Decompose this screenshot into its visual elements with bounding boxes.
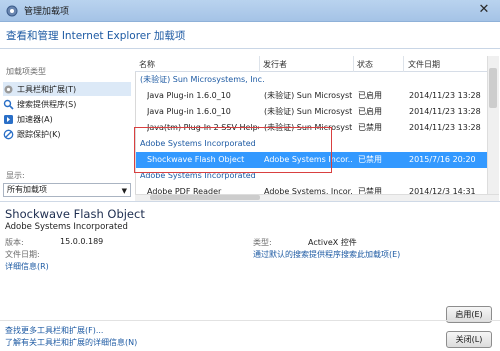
sidebar-item-search[interactable]: 搜索提供程序(S) bbox=[3, 97, 131, 111]
cell-date: 2014/11/23 13:28 bbox=[409, 107, 481, 116]
cell-status: 已禁用 bbox=[358, 123, 382, 132]
cell-name: Java Plug-in 1.6.0_10 bbox=[147, 107, 231, 116]
window-title: 管理加载项 bbox=[24, 7, 70, 17]
cell-publisher: (未验证) Sun Microsyst... bbox=[264, 107, 352, 116]
cell-date: 2014/12/3 14:31 bbox=[409, 187, 476, 194]
cell-status: 已禁用 bbox=[358, 187, 382, 194]
search-icon bbox=[3, 99, 14, 110]
horizontal-scroll-thumb[interactable] bbox=[150, 195, 260, 200]
cell-publisher: Adobe Systems, Incor... bbox=[264, 187, 352, 194]
sidebar-item-label: 加速器(A) bbox=[17, 114, 53, 124]
cell-name: Adobe PDF Reader bbox=[147, 187, 222, 194]
footer-divider bbox=[0, 320, 500, 321]
cell-name: Java Plug-in 1.6.0_10 bbox=[147, 91, 231, 100]
group-header-label: (未验证) Sun Microsystems, Inc. bbox=[140, 75, 265, 84]
type-value: ActiveX 控件 bbox=[308, 238, 357, 247]
show-dropdown[interactable]: 所有加载项 ▼ bbox=[3, 183, 131, 197]
cell-publisher: (未验证) Sun Microsyst... bbox=[264, 91, 352, 100]
column-divider bbox=[353, 56, 354, 72]
column-publisher[interactable]: 发行者 bbox=[263, 59, 287, 70]
tracking-protection-icon bbox=[3, 129, 14, 139]
column-divider bbox=[403, 56, 404, 72]
sidebar-item-label: 跟踪保护(K) bbox=[17, 129, 61, 139]
close-window-button[interactable]: ✕ bbox=[472, 2, 496, 18]
cell-status: 已启用 bbox=[358, 91, 382, 100]
vertical-scroll-thumb[interactable] bbox=[489, 68, 497, 108]
table-row[interactable]: Java Plug-in 1.6.0_10 (未验证) Sun Microsyst… bbox=[136, 88, 487, 104]
highlight-box bbox=[134, 127, 332, 173]
type-label: 类型: bbox=[253, 238, 272, 247]
show-label: 显示: bbox=[6, 171, 25, 180]
column-divider bbox=[259, 56, 260, 72]
filedate-label: 文件日期: bbox=[5, 250, 40, 259]
more-info-link[interactable]: 详细信息(R) bbox=[5, 261, 49, 272]
cell-status: 已禁用 bbox=[358, 155, 382, 164]
cell-date: 2014/11/23 13:28 bbox=[409, 91, 481, 100]
table-row[interactable]: Java Plug-in 1.6.0_10 (未验证) Sun Microsyst… bbox=[136, 104, 487, 120]
sidebar-item-tracking[interactable]: 跟踪保护(K) bbox=[3, 127, 131, 141]
addons-gear-icon bbox=[6, 5, 18, 17]
sidebar-item-accelerators[interactable]: 加速器(A) bbox=[3, 112, 131, 126]
cell-date: 2014/11/23 13:28 bbox=[409, 123, 481, 132]
sidebar-item-label: 工具栏和扩展(T) bbox=[17, 84, 77, 94]
cell-date: 2015/7/16 20:20 bbox=[409, 155, 476, 164]
details-publisher: Adobe Systems Incorporated bbox=[5, 222, 128, 232]
addon-list[interactable]: (未验证) Sun Microsystems, Inc. Java Plug-in… bbox=[135, 56, 487, 194]
version-value: 15.0.0.189 bbox=[60, 237, 104, 246]
group-header: (未验证) Sun Microsystems, Inc. bbox=[136, 72, 487, 88]
column-status[interactable]: 状态 bbox=[357, 59, 373, 70]
chevron-down-icon: ▼ bbox=[121, 187, 127, 195]
close-button[interactable]: 关闭(L) bbox=[446, 331, 492, 348]
title-bar bbox=[0, 0, 500, 22]
cell-status: 已启用 bbox=[358, 107, 382, 116]
table-row[interactable]: Adobe PDF Reader Adobe Systems, Incor... 已… bbox=[136, 184, 487, 194]
gear-icon bbox=[4, 85, 13, 93]
learn-more-link[interactable]: 了解有关工具栏和扩展的详细信息(N) bbox=[5, 337, 137, 348]
sidebar-item-toolbars[interactable]: 工具栏和扩展(T) bbox=[3, 82, 131, 96]
version-label: 版本: bbox=[5, 238, 24, 247]
details-divider bbox=[0, 201, 500, 202]
sidebar-item-label: 搜索提供程序(S) bbox=[17, 99, 77, 109]
show-dropdown-value: 所有加载项 bbox=[7, 185, 47, 194]
find-more-link[interactable]: 查找更多工具栏和扩展(F)... bbox=[5, 325, 103, 336]
addon-types-label: 加载项类型 bbox=[6, 67, 46, 76]
details-title: Shockwave Flash Object bbox=[5, 207, 145, 221]
accelerator-icon bbox=[4, 114, 13, 124]
column-filedate[interactable]: 文件日期 bbox=[408, 59, 440, 70]
search-addon-link[interactable]: 通过默认的搜索提供程序搜索此加载项(E) bbox=[253, 249, 400, 260]
list-header: 名称 发行者 状态 文件日期 bbox=[135, 56, 487, 72]
page-header: 查看和管理 Internet Explorer 加载项 bbox=[6, 30, 186, 42]
column-name[interactable]: 名称 bbox=[139, 59, 155, 70]
